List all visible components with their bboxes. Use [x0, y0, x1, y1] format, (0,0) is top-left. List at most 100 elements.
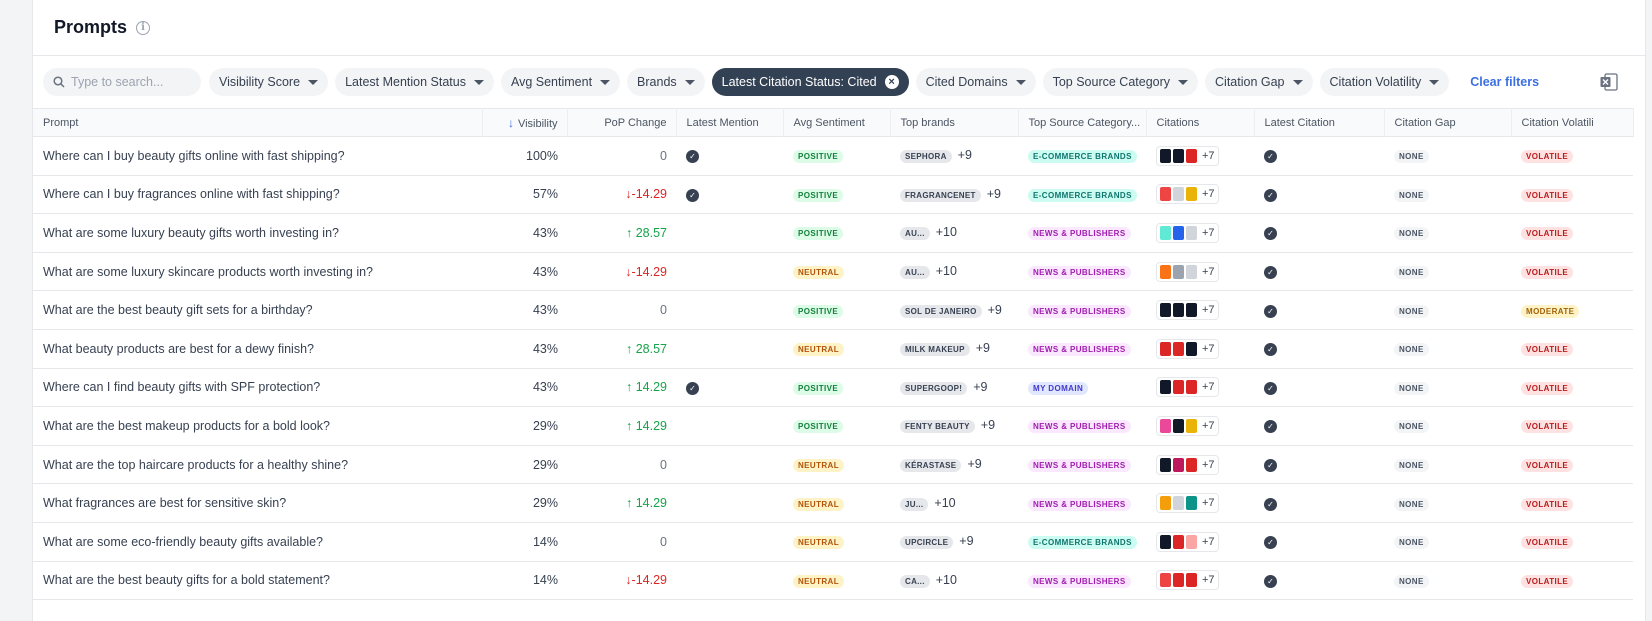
- citations-cell[interactable]: +7: [1146, 214, 1254, 253]
- table-row[interactable]: What are some luxury beauty gifts worth …: [33, 214, 1633, 253]
- filter-chip-top-source-category[interactable]: Top Source Category: [1042, 68, 1199, 96]
- column-header-latest-mention[interactable]: Latest Mention: [676, 108, 784, 137]
- top-brands-cell[interactable]: CA... +10: [890, 561, 1018, 600]
- pop-change-value: 28.57: [635, 225, 667, 240]
- top-brands-cell[interactable]: UPCIRCLE +9: [890, 522, 1018, 561]
- column-header-prompt[interactable]: Prompt: [33, 108, 483, 137]
- prompt-text: What are the best beauty gift sets for a…: [43, 303, 313, 318]
- table-row[interactable]: Where can I buy fragrances online with f…: [33, 175, 1633, 214]
- table-row[interactable]: What beauty products are best for a dewy…: [33, 329, 1633, 369]
- citation-favicons[interactable]: +7: [1156, 222, 1219, 243]
- top-brands-cell[interactable]: FENTY BEAUTY +9: [890, 407, 1018, 446]
- search-input[interactable]: [71, 75, 191, 89]
- latest-citation-cell: ✓: [1254, 175, 1384, 214]
- top-brands-cell[interactable]: AU... +10: [890, 214, 1018, 253]
- clear-filters-button[interactable]: Clear filters: [1470, 75, 1539, 89]
- active-filter-chip[interactable]: Latest Citation Status: Cited ×: [711, 68, 909, 96]
- latest-citation-cell: ✓: [1254, 522, 1384, 561]
- prompt-cell[interactable]: What are some eco-friendly beauty gifts …: [33, 522, 482, 561]
- citations-cell[interactable]: +7: [1146, 522, 1254, 561]
- prompt-cell[interactable]: What beauty products are best for a dewy…: [33, 329, 482, 368]
- top-brands-cell[interactable]: SOL DE JANEIRO +9: [890, 291, 1018, 330]
- column-header-label: Latest Citation: [1264, 116, 1335, 129]
- column-header-visibility[interactable]: ↓ Visibility: [482, 108, 568, 137]
- citation-favicons[interactable]: +7: [1156, 184, 1219, 205]
- column-header-citation-volatili[interactable]: Citation Volatili: [1511, 108, 1634, 137]
- top-brands-cell[interactable]: SEPHORA +9: [890, 137, 1018, 176]
- citation-favicons[interactable]: +7: [1156, 377, 1219, 398]
- column-header-label: Top brands: [900, 116, 955, 129]
- check-circle-icon: ✓: [686, 381, 699, 395]
- prompt-cell[interactable]: What are the best beauty gifts for a bol…: [33, 561, 482, 600]
- citation-favicons[interactable]: +7: [1156, 261, 1219, 282]
- table-row[interactable]: What are the best beauty gifts for a bol…: [33, 561, 1633, 600]
- citations-cell[interactable]: +7: [1146, 175, 1254, 214]
- column-header-citation-gap[interactable]: Citation Gap: [1384, 108, 1512, 137]
- column-header-avg-sentiment[interactable]: Avg Sentiment: [783, 108, 891, 137]
- prompt-cell[interactable]: What are some luxury skincare products w…: [33, 252, 482, 291]
- search-box[interactable]: [43, 68, 201, 96]
- site-favicon-icon: [1160, 303, 1171, 318]
- filter-chip-cited-domains[interactable]: Cited Domains: [915, 68, 1036, 96]
- prompt-cell[interactable]: What are the best beauty gift sets for a…: [33, 291, 482, 330]
- filter-chip-visibility-score[interactable]: Visibility Score: [209, 68, 329, 96]
- table-row[interactable]: Where can I find beauty gifts with SPF p…: [33, 368, 1633, 407]
- citations-cell[interactable]: +7: [1146, 407, 1254, 446]
- top-brands-cell[interactable]: MILK MAKEUP +9: [890, 329, 1018, 368]
- table-row[interactable]: What are the best makeup products for a …: [33, 407, 1633, 446]
- citations-cell[interactable]: +7: [1146, 368, 1254, 407]
- latest-mention-cell: [676, 291, 783, 330]
- column-header-citations[interactable]: Citations: [1146, 108, 1255, 137]
- visibility-value: 14%: [532, 573, 558, 588]
- top-brands-cell[interactable]: FRAGRANCENET +9: [890, 175, 1018, 214]
- column-header-pop-change[interactable]: PoP Change: [567, 108, 677, 137]
- sort-desc-icon[interactable]: ↓: [508, 116, 514, 130]
- column-header-top-brands[interactable]: Top brands: [890, 108, 1019, 137]
- citations-cell[interactable]: +7: [1146, 291, 1254, 330]
- table-row[interactable]: What fragrances are best for sensitive s…: [33, 484, 1633, 523]
- citation-favicons[interactable]: +7: [1156, 454, 1219, 475]
- filter-chip-avg-sentiment[interactable]: Avg Sentiment: [500, 68, 621, 96]
- remove-filter-icon[interactable]: ×: [884, 75, 899, 89]
- citations-cell[interactable]: +7: [1146, 561, 1254, 600]
- info-icon[interactable]: i: [136, 20, 151, 35]
- filter-chip-citation-gap[interactable]: Citation Gap: [1205, 68, 1313, 96]
- excel-export-icon[interactable]: [1599, 72, 1619, 92]
- table-row[interactable]: What are some luxury skincare products w…: [33, 252, 1633, 291]
- pop-change-value: 0: [660, 457, 667, 472]
- prompt-cell[interactable]: What fragrances are best for sensitive s…: [33, 484, 482, 523]
- top-brands-cell[interactable]: KÉRASTASE +9: [890, 445, 1018, 484]
- top-brands-cell[interactable]: JU... +10: [890, 484, 1018, 523]
- citation-favicons[interactable]: +7: [1156, 145, 1219, 166]
- citation-favicons[interactable]: +7: [1156, 415, 1219, 436]
- citations-cell[interactable]: +7: [1146, 484, 1254, 523]
- column-header-latest-citation[interactable]: Latest Citation: [1254, 108, 1385, 137]
- citations-cell[interactable]: +7: [1146, 329, 1254, 368]
- citation-favicons[interactable]: +7: [1156, 531, 1219, 552]
- prompt-cell[interactable]: What are some luxury beauty gifts worth …: [33, 214, 482, 253]
- top-brands-cell[interactable]: AU... +10: [890, 252, 1018, 291]
- table-row[interactable]: What are the best beauty gift sets for a…: [33, 291, 1633, 330]
- table-row[interactable]: What are some eco-friendly beauty gifts …: [33, 522, 1633, 562]
- prompt-cell[interactable]: Where can I find beauty gifts with SPF p…: [33, 368, 482, 407]
- table-row[interactable]: Where can I buy beauty gifts online with…: [33, 137, 1633, 176]
- prompt-cell[interactable]: What are the top haircare products for a…: [33, 445, 482, 484]
- citation-favicons[interactable]: +7: [1156, 493, 1219, 514]
- brand-more-count: +9: [987, 302, 1002, 317]
- filter-chip-citation-volatility[interactable]: Citation Volatility: [1319, 68, 1450, 96]
- citations-cell[interactable]: +7: [1146, 445, 1254, 484]
- sentiment-cell: NEUTRAL: [783, 484, 890, 523]
- prompt-cell[interactable]: Where can I buy beauty gifts online with…: [33, 137, 482, 176]
- citations-cell[interactable]: +7: [1146, 252, 1254, 291]
- citation-favicons[interactable]: +7: [1156, 570, 1219, 591]
- filter-chip-brands[interactable]: Brands: [627, 68, 705, 96]
- column-header-top-source-category[interactable]: Top Source Category...: [1018, 108, 1147, 137]
- citations-cell[interactable]: +7: [1146, 137, 1254, 176]
- prompt-cell[interactable]: Where can I buy fragrances online with f…: [33, 175, 482, 214]
- citation-favicons[interactable]: +7: [1156, 300, 1219, 321]
- filter-chip-latest-mention-status[interactable]: Latest Mention Status: [335, 68, 494, 96]
- prompt-cell[interactable]: What are the best makeup products for a …: [33, 407, 482, 446]
- citation-favicons[interactable]: +7: [1156, 338, 1219, 359]
- table-row[interactable]: What are the top haircare products for a…: [33, 445, 1633, 484]
- top-brands-cell[interactable]: SUPERGOOP! +9: [890, 368, 1018, 407]
